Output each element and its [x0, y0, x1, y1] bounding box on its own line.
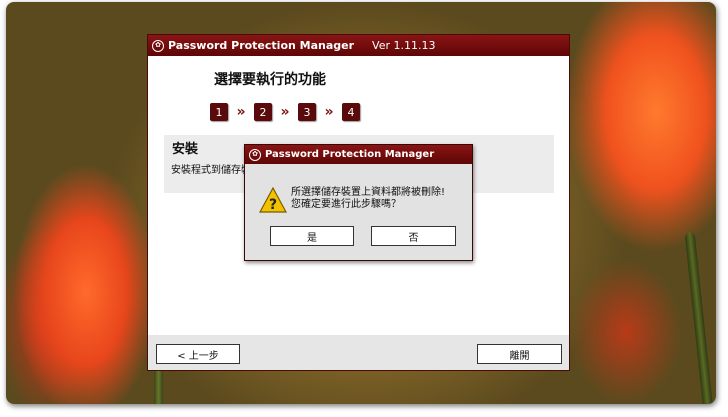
- window-title-bar[interactable]: ✿ Password Protection Manager Ver 1.11.1…: [148, 35, 569, 56]
- version-label: Ver 1.11.13: [372, 39, 436, 52]
- step-separator-icon: »: [324, 104, 334, 120]
- install-option-description: 安裝程式到儲存裝: [171, 165, 251, 176]
- install-option-title: 安裝: [172, 142, 199, 157]
- step-2-badge: 2: [254, 103, 272, 121]
- step-4-badge: 4: [342, 103, 360, 121]
- warning-question-icon: ?: [259, 187, 287, 213]
- confirm-dialog: ✿ Password Protection Manager ? 所選擇儲存裝置上…: [244, 144, 473, 261]
- tulip-stem-decoration: [684, 231, 714, 404]
- app-logo-icon: ✿: [249, 148, 261, 161]
- dialog-title-bar[interactable]: ✿ Password Protection Manager: [245, 145, 472, 164]
- wizard-footer: < 上一步 離開: [148, 335, 569, 370]
- dialog-message-line-2: 您確定要進行此步驟嗎？: [291, 199, 401, 210]
- svg-text:?: ?: [269, 197, 277, 213]
- dialog-title: Password Protection Manager: [265, 149, 435, 160]
- yes-button[interactable]: 是: [270, 226, 354, 246]
- dialog-message-line-1: 所選擇儲存裝置上資料都將被刪除!: [291, 187, 446, 198]
- window-title: Password Protection Manager: [168, 39, 355, 52]
- step-3-badge: 3: [298, 103, 316, 121]
- step-separator-icon: »: [236, 104, 246, 120]
- step-1-badge: 1: [210, 103, 228, 121]
- app-logo-icon: ✿: [152, 39, 164, 52]
- page-title: 選擇要執行的功能: [214, 72, 326, 88]
- dialog-message: 所選擇儲存裝置上資料都將被刪除! 您確定要進行此步驟嗎？: [291, 187, 445, 211]
- no-button[interactable]: 否: [371, 226, 456, 246]
- exit-button[interactable]: 離開: [477, 344, 562, 364]
- step-indicator: 1 » 2 » 3 » 4: [210, 103, 360, 121]
- step-separator-icon: »: [280, 104, 290, 120]
- back-button[interactable]: < 上一步: [156, 344, 240, 364]
